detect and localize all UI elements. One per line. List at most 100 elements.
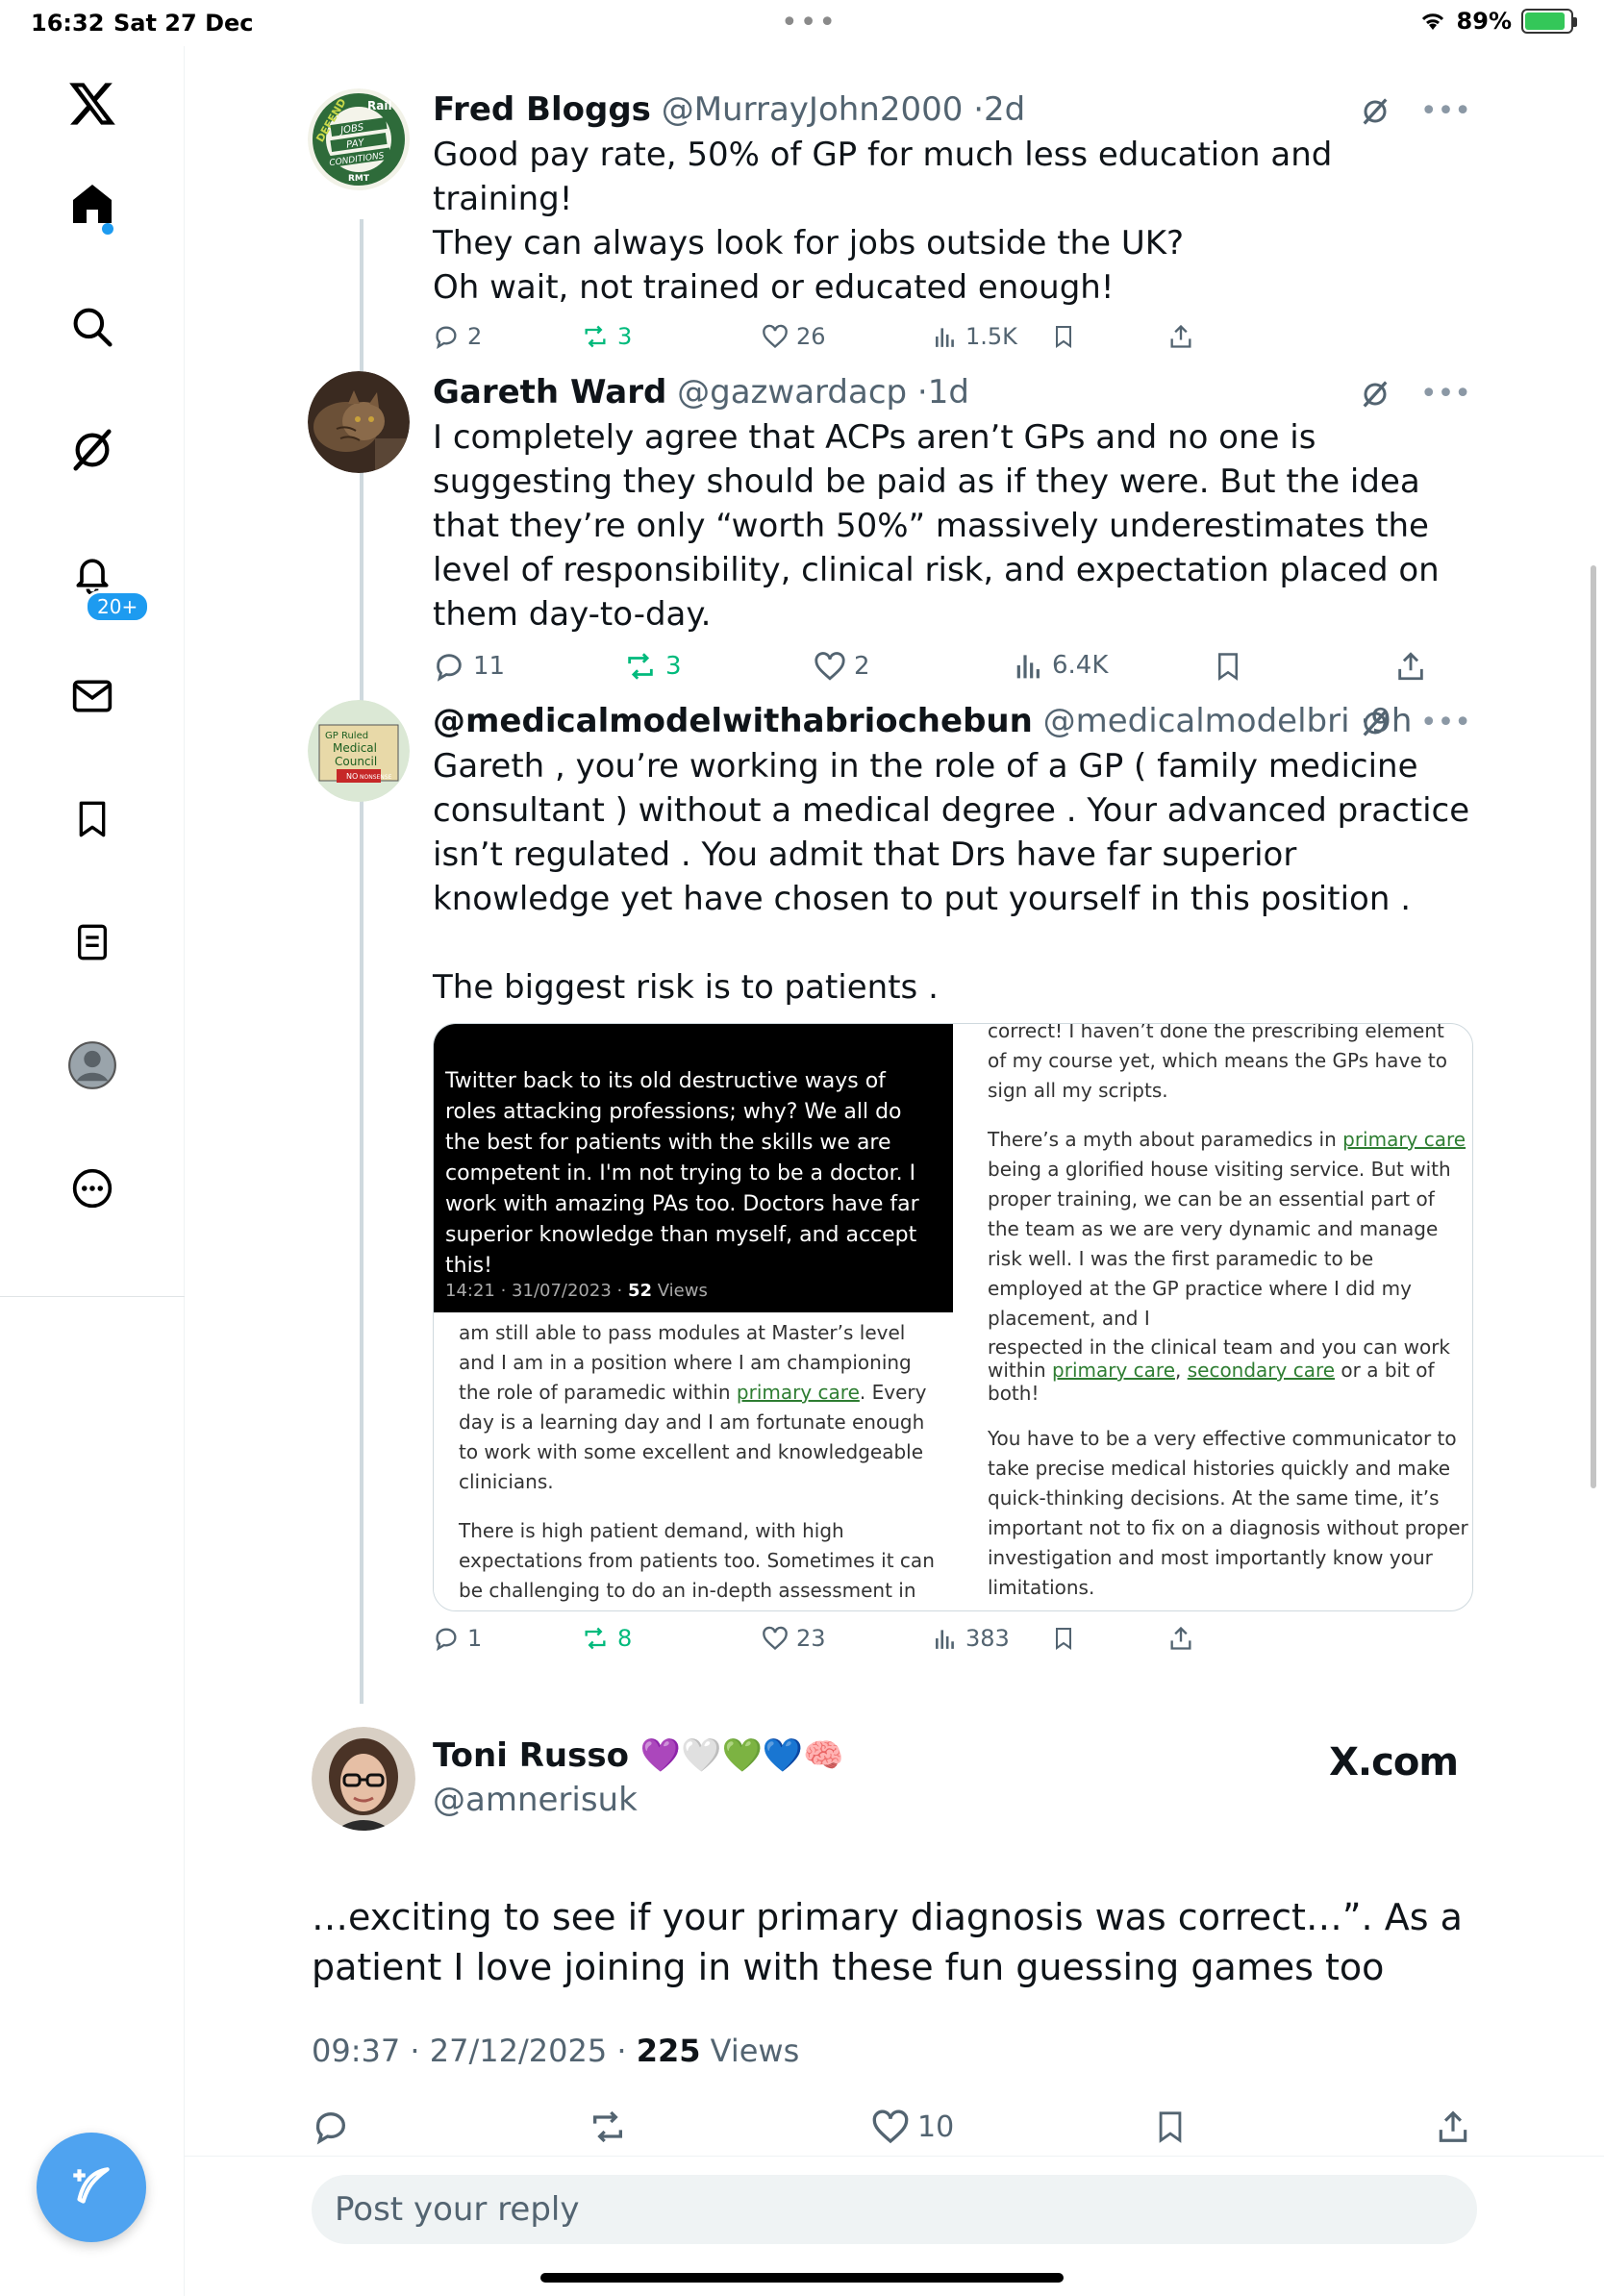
- lists-icon[interactable]: [54, 904, 131, 981]
- avatar[interactable]: [308, 371, 410, 473]
- status-time: 16:32: [31, 10, 105, 37]
- scrollbar[interactable]: [1591, 565, 1596, 1488]
- source-label[interactable]: X.com: [1329, 1740, 1459, 1784]
- bookmark-button[interactable]: [1052, 323, 1075, 350]
- bookmarks-icon[interactable]: [54, 781, 131, 858]
- sidebar: 20+: [0, 46, 185, 2296]
- share-button[interactable]: [1394, 650, 1427, 683]
- like-button[interactable]: 23: [762, 1625, 826, 1652]
- grok-icon[interactable]: [1361, 97, 1390, 126]
- reply-divider: [185, 2156, 1604, 2157]
- reply-button[interactable]: 2: [433, 323, 482, 350]
- author-handle[interactable]: @gazwardacp: [677, 373, 907, 412]
- svg-text:Rail: Rail: [367, 99, 392, 112]
- post-time[interactable]: 1d: [928, 373, 969, 412]
- author-name[interactable]: Gareth Ward: [433, 373, 666, 412]
- bookmark-icon: [1218, 653, 1238, 681]
- svg-text:NO: NO: [346, 772, 358, 781]
- name-emoji: 🧠: [803, 1736, 844, 1775]
- wifi-icon: [1421, 13, 1443, 30]
- repost-button[interactable]: 3: [623, 650, 682, 683]
- search-icon[interactable]: [54, 288, 131, 365]
- compose-button[interactable]: [37, 2133, 146, 2242]
- reply-icon: [436, 1628, 457, 1651]
- grok-icon[interactable]: [54, 412, 131, 488]
- author-handle[interactable]: @MurrayJohn2000: [662, 90, 964, 129]
- x-logo-icon[interactable]: [54, 65, 131, 142]
- profile-icon[interactable]: [54, 1027, 131, 1104]
- share-button[interactable]: [1435, 2108, 1471, 2146]
- svg-text:RMT: RMT: [348, 174, 370, 184]
- reply-count: 2: [467, 323, 483, 350]
- more-options-icon[interactable]: •••: [1420, 94, 1471, 128]
- name-emoji: 💙: [762, 1736, 804, 1775]
- battery-percent: 89%: [1456, 8, 1512, 35]
- compose-icon: [73, 2167, 110, 2204]
- post-actions: 1 8 23 383: [433, 1625, 1471, 1663]
- post-text: I completely agree that ACPs aren’t GPs …: [433, 418, 1440, 634]
- more-icon[interactable]: [54, 1150, 131, 1227]
- author-handle[interactable]: @medicalmodelbri: [1043, 702, 1350, 740]
- messages-icon[interactable]: [54, 658, 131, 735]
- reply-tweet[interactable]: DEFEND Rail JOBS PAY CONDITIONS RMT Fred…: [308, 88, 1481, 350]
- home-icon[interactable]: [54, 165, 131, 242]
- repost-count: 3: [617, 323, 633, 350]
- views-icon: [936, 328, 954, 347]
- reply-button[interactable]: 1: [433, 1625, 482, 1652]
- more-options-icon[interactable]: •••: [1420, 706, 1471, 739]
- embedded-tweet-screenshot: Twitter back to its old destructive ways…: [434, 1024, 953, 1312]
- reply-button[interactable]: 11: [433, 650, 505, 683]
- home-indicator[interactable]: [540, 2273, 1064, 2283]
- repost-button[interactable]: 8: [581, 1625, 632, 1652]
- share-icon: [1170, 1626, 1191, 1650]
- like-button[interactable]: 10: [871, 2108, 954, 2146]
- like-count: 23: [796, 1625, 826, 1652]
- avatar[interactable]: DEFEND Rail JOBS PAY CONDITIONS RMT: [308, 88, 410, 190]
- reply-tweet[interactable]: Gareth Ward @gazwardacp ·1d ••• I comple…: [308, 371, 1481, 682]
- post-text-line: Good pay rate, 50% of GP for much less e…: [433, 136, 1333, 218]
- reply-button[interactable]: [312, 2108, 350, 2146]
- avatar[interactable]: GP Ruled Medical Council NO NONSENSE: [308, 700, 410, 802]
- battery-icon: [1521, 9, 1577, 34]
- views-icon: [1016, 655, 1040, 679]
- like-count: 26: [796, 323, 826, 350]
- more-options-icon[interactable]: •••: [1420, 377, 1471, 411]
- heart-icon: [872, 2109, 909, 2144]
- repost-button[interactable]: [587, 2108, 629, 2146]
- avatar[interactable]: [312, 1727, 415, 1831]
- share-button[interactable]: [1167, 323, 1194, 350]
- views-button[interactable]: 6.4K: [1014, 650, 1108, 681]
- reply-input[interactable]: Post your reply: [312, 2175, 1477, 2244]
- views-count: 225: [636, 2033, 701, 2069]
- reply-tweet[interactable]: GP Ruled Medical Council NO NONSENSE @me…: [308, 700, 1481, 1690]
- author-name[interactable]: @medicalmodelwithabriochebun: [433, 702, 1033, 740]
- author-name[interactable]: Fred Bloggs: [433, 90, 651, 129]
- repost-icon: [628, 653, 653, 680]
- reply-icon: [437, 654, 462, 682]
- multitasking-dots-icon[interactable]: •••: [781, 6, 838, 39]
- author-handle[interactable]: @amnerisuk: [433, 1781, 638, 1819]
- bookmark-button[interactable]: [1052, 1625, 1075, 1652]
- notification-badge: 20+: [85, 590, 151, 623]
- like-button[interactable]: 26: [762, 323, 826, 350]
- bookmark-icon: [1159, 2111, 1182, 2143]
- bookmark-button[interactable]: [1154, 2108, 1187, 2146]
- post-time[interactable]: 2d: [984, 90, 1025, 129]
- views-button[interactable]: 1.5K: [933, 323, 1017, 350]
- grok-icon[interactable]: [1361, 709, 1390, 737]
- share-icon: [1439, 2110, 1467, 2142]
- like-button[interactable]: 2: [814, 650, 870, 683]
- author-name[interactable]: Toni Russo: [433, 1736, 629, 1775]
- repost-icon: [593, 2110, 622, 2143]
- repost-button[interactable]: 3: [581, 323, 632, 350]
- post-media-image[interactable]: Twitter back to its old destructive ways…: [433, 1023, 1473, 1611]
- repost-count: 3: [665, 652, 682, 681]
- status-bar: 16:32 Sat 27 Dec ••• 89%: [0, 0, 1604, 46]
- svg-text:Medical: Medical: [333, 741, 377, 755]
- post-timestamp[interactable]: 09:37 · 27/12/2025 ·: [312, 2033, 637, 2069]
- grok-icon[interactable]: [1361, 380, 1390, 409]
- views-button[interactable]: 383: [933, 1625, 1010, 1652]
- share-button[interactable]: [1167, 1625, 1194, 1652]
- bookmark-button[interactable]: [1214, 650, 1242, 683]
- name-emoji: 💜: [639, 1736, 682, 1775]
